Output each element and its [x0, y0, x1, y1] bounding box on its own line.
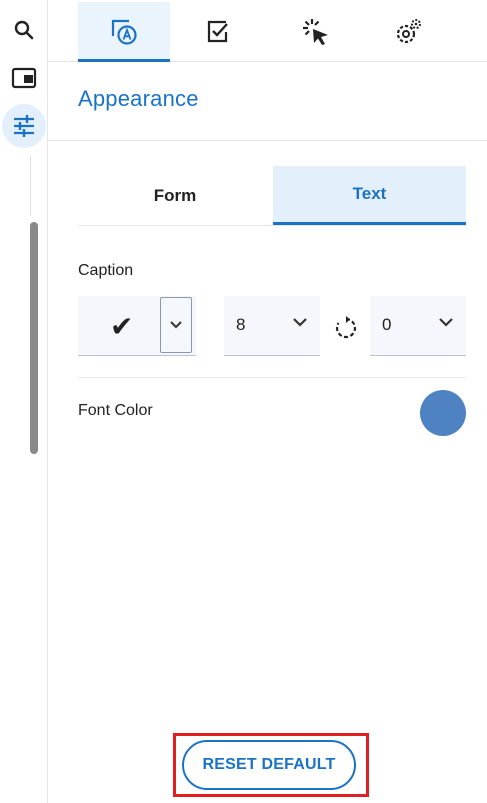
rail-divider [30, 156, 31, 216]
check-style-select[interactable]: ✔ [78, 296, 196, 356]
font-color-swatch[interactable] [420, 390, 466, 436]
chevron-down-icon [170, 321, 182, 329]
row-divider [78, 377, 466, 378]
tab-action[interactable] [270, 2, 362, 62]
sliders-button[interactable] [2, 104, 46, 148]
rotate-icon [335, 316, 357, 339]
tab-text[interactable]: Text [273, 166, 466, 225]
top-tab-bar [48, 0, 487, 62]
chevron-down-icon [439, 318, 453, 327]
panel-icon [11, 67, 37, 89]
caption-label: Caption [78, 262, 134, 279]
checkbox-icon [207, 20, 228, 43]
check-style-dropdown-button[interactable] [160, 297, 192, 353]
left-rail [0, 0, 48, 803]
tab-appearance[interactable] [78, 2, 170, 62]
tab-form[interactable]: Form [78, 166, 272, 225]
check-style-glyph: ✔ [110, 311, 134, 342]
search-icon [14, 20, 34, 40]
tab-settings[interactable] [362, 2, 454, 62]
sliders-icon [14, 115, 34, 137]
reset-default-button[interactable]: RESET DEFAULT [182, 740, 356, 790]
rotation-select[interactable]: 0 [370, 296, 466, 356]
settings-icon [396, 19, 421, 44]
click-icon [303, 19, 328, 45]
appearance-icon [111, 19, 137, 45]
section-title: Appearance [78, 86, 199, 111]
search-button[interactable] [2, 8, 46, 52]
rail-scrollbar[interactable] [30, 222, 38, 454]
section-divider [48, 140, 487, 141]
font-size-value: 8 [236, 315, 246, 334]
tab-checkbox[interactable] [172, 2, 264, 62]
font-size-select[interactable]: 8 [224, 296, 320, 356]
font-color-label: Font Color [78, 402, 153, 419]
properties-panel: Appearance Form Text Caption ✔ 8 0 Font … [48, 0, 487, 803]
sub-tab-bar: Form Text [78, 166, 466, 226]
panel-button[interactable] [2, 56, 46, 100]
chevron-down-icon [293, 318, 307, 327]
rotation-value: 0 [382, 315, 392, 334]
